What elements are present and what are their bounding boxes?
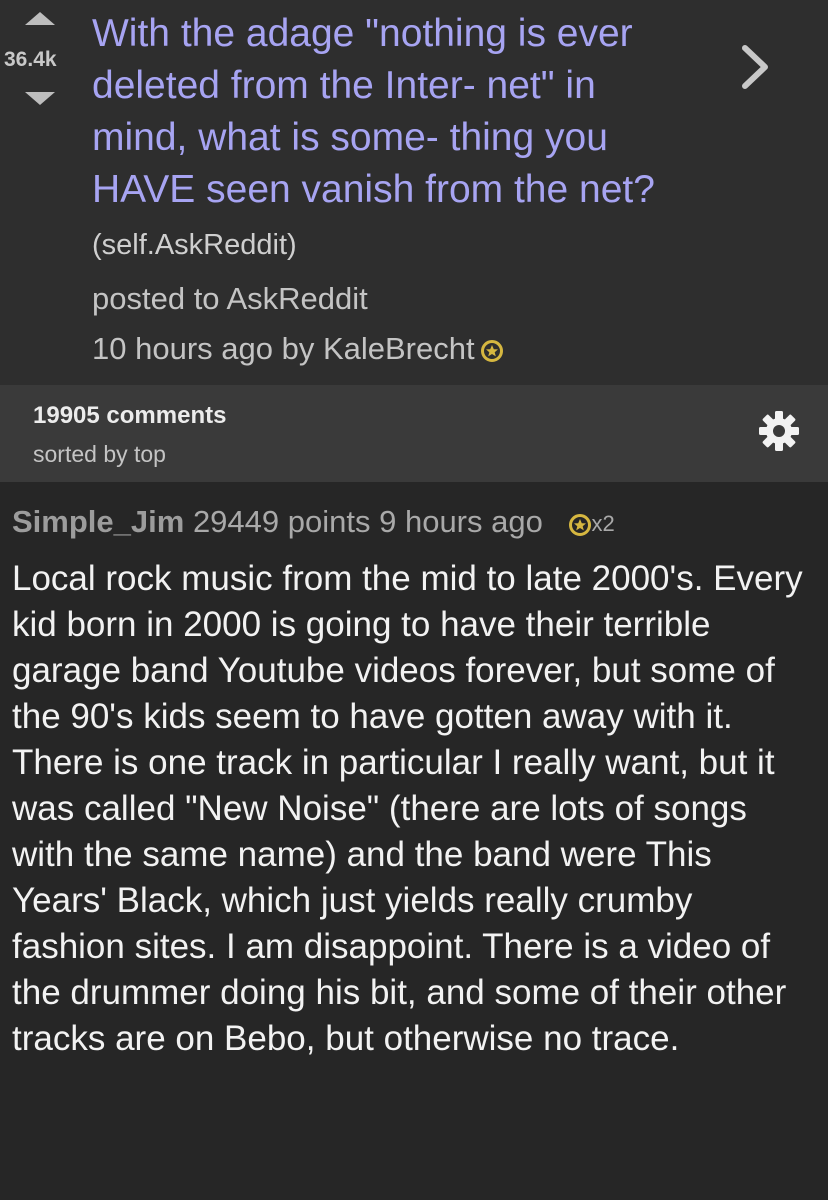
chevron-right-icon[interactable] — [740, 44, 770, 90]
comments-bar: 19905 comments sorted by top — [0, 385, 828, 482]
post-meta: posted to AskReddit 10 hours ago by Kale… — [92, 274, 503, 374]
post-domain: (self.AskReddit) — [92, 229, 297, 261]
comment-meta: Simple_Jim 29449 points 9 hours ago x2 — [12, 504, 615, 540]
post-title[interactable]: With the adage "nothing is ever deleted … — [92, 12, 655, 211]
gold-award-icon — [569, 514, 592, 536]
post-time-author[interactable]: 10 hours ago by KaleBrecht — [92, 331, 475, 366]
comment: Simple_Jim 29449 points 9 hours ago x2 L… — [0, 482, 828, 1200]
post-time-author-line: 10 hours ago by KaleBrecht — [92, 324, 503, 374]
post-score: 36.4k — [4, 48, 57, 71]
comment-time: 9 hours ago — [379, 504, 543, 539]
downvote-arrow-icon[interactable] — [25, 92, 55, 105]
comment-award: x2 — [569, 510, 615, 537]
comment-body: Local rock music from the mid to late 20… — [12, 559, 803, 1058]
posted-to-subreddit[interactable]: posted to AskReddit — [92, 274, 503, 324]
post-title-link[interactable]: With the adage "nothing is ever deleted … — [92, 8, 672, 271]
post-header: 36.4k With the adage "nothing is ever de… — [0, 0, 828, 385]
comment-author[interactable]: Simple_Jim — [12, 504, 184, 539]
sort-order[interactable]: sorted by top — [33, 441, 166, 468]
gold-award-icon — [480, 339, 503, 362]
gear-icon[interactable] — [758, 410, 800, 452]
comment-count: 19905 comments — [33, 402, 227, 429]
upvote-arrow-icon[interactable] — [25, 12, 55, 25]
comment-points: 29449 points — [192, 504, 371, 539]
comment-award-count: x2 — [591, 510, 615, 536]
